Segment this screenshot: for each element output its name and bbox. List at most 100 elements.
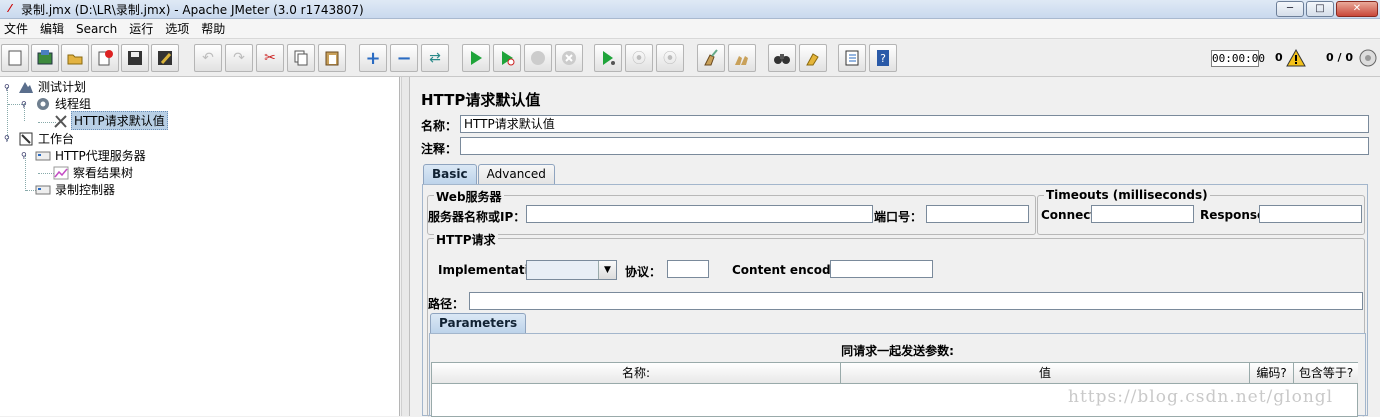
tools-icon xyxy=(53,113,69,129)
undo-icon: ↶ xyxy=(202,50,214,66)
remote-start-button[interactable] xyxy=(594,44,622,72)
reset-search-icon xyxy=(806,53,819,66)
cut-button[interactable]: ✂ xyxy=(256,44,284,72)
tree-item-label: HTTP代理服务器 xyxy=(55,149,146,163)
start-button[interactable] xyxy=(462,44,490,72)
test-plan-tree: ⚲ ⚲ ⚲ ⚲ 测试计划 线程组 HTTP请求默认值 工作台 HTTP代理服务器… xyxy=(0,77,400,416)
undo-button[interactable]: ↶ xyxy=(194,44,222,72)
minimize-button[interactable]: ─ xyxy=(1276,1,1304,17)
redo-button[interactable]: ↷ xyxy=(225,44,253,72)
shutdown-button[interactable] xyxy=(555,44,583,72)
warning-count: 0 xyxy=(1275,51,1283,64)
help-icon: ? xyxy=(877,50,889,66)
server-label: 服务器名称或IP： xyxy=(428,210,526,224)
protocol-input[interactable] xyxy=(667,260,709,278)
redo-icon: ↷ xyxy=(233,50,245,66)
path-input[interactable] xyxy=(469,292,1363,310)
tab-parameters[interactable]: Parameters xyxy=(430,313,527,333)
column-header-include-equals[interactable]: 包含等于? xyxy=(1294,363,1358,384)
tree-line xyxy=(25,155,26,191)
chevron-down-icon[interactable]: ▼ xyxy=(598,261,616,279)
tree-item-label: 录制控制器 xyxy=(55,183,116,197)
stop-icon xyxy=(531,51,545,65)
tree-item-test-plan[interactable]: 测试计划 xyxy=(18,78,88,95)
new-button[interactable] xyxy=(1,44,29,72)
copy-button[interactable] xyxy=(287,44,315,72)
comment-input[interactable] xyxy=(460,137,1369,155)
function-helper-button[interactable] xyxy=(838,44,866,72)
scissors-icon: ✂ xyxy=(264,50,276,66)
response-timeout-input[interactable] xyxy=(1259,205,1362,223)
help-button[interactable]: ? xyxy=(869,44,897,72)
collapse-button[interactable]: − xyxy=(390,44,418,72)
remote-shutdown-button[interactable]: ⦿ xyxy=(656,44,684,72)
plus-icon: + xyxy=(365,47,381,69)
clear-all-button[interactable] xyxy=(728,44,756,72)
save-button[interactable] xyxy=(121,44,149,72)
expand-button[interactable]: + xyxy=(359,44,387,72)
close-file-button[interactable] xyxy=(91,44,119,72)
menu-options[interactable]: 选项 xyxy=(163,20,197,37)
toggle-icon: ⇄ xyxy=(429,50,441,66)
encoding-input[interactable] xyxy=(830,260,933,278)
tree-item-thread-group[interactable]: 线程组 xyxy=(35,95,93,112)
implementation-select[interactable]: ▼ xyxy=(526,260,617,280)
server-input[interactable] xyxy=(526,205,873,223)
tab-basic[interactable]: Basic xyxy=(423,164,477,184)
tree-item-proxy-server[interactable]: HTTP代理服务器 xyxy=(35,147,148,164)
folder-icon xyxy=(67,54,83,65)
pane-splitter[interactable] xyxy=(401,77,410,416)
save-as-button[interactable] xyxy=(151,44,179,72)
expand-handle[interactable]: ⚲ xyxy=(4,83,10,92)
maximize-button[interactable]: □ xyxy=(1306,1,1334,17)
column-header-encode[interactable]: 编码? xyxy=(1250,363,1294,384)
expand-handle[interactable]: ⚲ xyxy=(4,134,10,143)
tree-item-recording-controller[interactable]: 录制控制器 xyxy=(35,181,117,198)
tree-item-results-tree[interactable]: 察看结果树 xyxy=(53,164,135,181)
shutdown-icon xyxy=(562,51,576,65)
tree-item-http-defaults[interactable]: HTTP请求默认值 xyxy=(53,111,168,130)
templates-button[interactable] xyxy=(31,44,59,72)
warning-icon[interactable] xyxy=(1286,49,1306,67)
title-bar: ⁄ 录制.jmx (D:\LR\录制.jmx) - Apache JMeter … xyxy=(0,0,1380,19)
menu-file[interactable]: 文件 xyxy=(2,20,36,37)
toolbar: ↶ ↷ ✂ + − ⇄ ⦿ ⦿ ? 00:00:00 0 0 / 0 xyxy=(0,40,1380,77)
http-defaults-panel: HTTP请求默认值 名称： HTTP请求默认值 注释： Basic Advanc… xyxy=(411,77,1380,417)
watermark-text: https://blog.csdn.net/glongl xyxy=(1068,387,1334,407)
menu-edit[interactable]: 编辑 xyxy=(38,20,72,37)
port-label: 端口号： xyxy=(874,210,923,224)
start-no-pauses-button[interactable] xyxy=(493,44,521,72)
proxy-icon xyxy=(35,148,51,164)
save-icon xyxy=(128,51,142,65)
new-file-icon xyxy=(8,50,22,66)
close-button[interactable]: ✕ xyxy=(1336,1,1378,17)
tree-item-label: HTTP请求默认值 xyxy=(71,111,168,130)
expand-handle[interactable]: ⚲ xyxy=(21,151,27,160)
parameters-caption: 同请求一起发送参数: xyxy=(841,344,954,358)
remote-stop-button[interactable]: ⦿ xyxy=(625,44,653,72)
elapsed-timer: 00:00:00 xyxy=(1211,50,1265,67)
name-input[interactable]: HTTP请求默认值 xyxy=(460,115,1369,133)
open-button[interactable] xyxy=(61,44,89,72)
workbench-icon xyxy=(18,131,34,147)
menu-search[interactable]: Search xyxy=(74,22,125,36)
column-header-name[interactable]: 名称: xyxy=(432,363,841,384)
gear-icon xyxy=(35,96,51,112)
port-input[interactable] xyxy=(926,205,1029,223)
stop-button[interactable] xyxy=(524,44,552,72)
clear-button[interactable] xyxy=(697,44,725,72)
tree-item-label: 工作台 xyxy=(38,132,75,146)
menu-run[interactable]: 运行 xyxy=(127,20,161,37)
toggle-button[interactable]: ⇄ xyxy=(421,44,449,72)
connect-timeout-input[interactable] xyxy=(1091,205,1194,223)
expand-handle[interactable]: ⚲ xyxy=(21,100,27,109)
search-button[interactable] xyxy=(768,44,796,72)
close-file-icon xyxy=(98,50,113,66)
menu-help[interactable]: 帮助 xyxy=(199,20,233,37)
column-header-value[interactable]: 值 xyxy=(841,363,1250,384)
tree-item-workbench[interactable]: 工作台 xyxy=(18,130,76,147)
tab-advanced[interactable]: Advanced xyxy=(477,164,555,184)
clear-all-icon xyxy=(735,56,748,65)
paste-button[interactable] xyxy=(318,44,346,72)
reset-search-button[interactable] xyxy=(799,44,827,72)
